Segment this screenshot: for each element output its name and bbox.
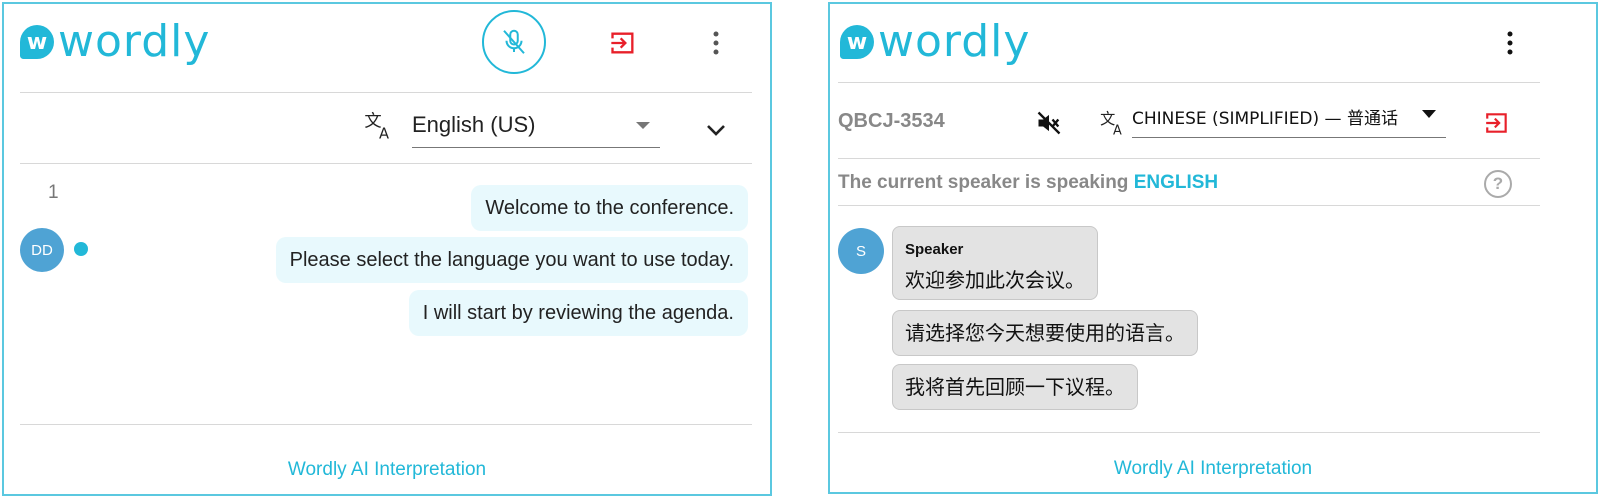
collapse-button[interactable] [702,116,730,144]
message-bubble: Welcome to the conference. [471,185,748,231]
speaker-name: Speaker [905,241,964,258]
logo-badge: w [840,25,874,59]
exit-button[interactable] [1482,108,1512,138]
exit-icon [611,32,634,54]
dropdown-arrow-icon [636,122,650,129]
divider [838,205,1540,206]
more-menu-button[interactable] [1498,28,1522,58]
message-bubble: Please select the language you want to u… [275,237,748,283]
svg-text:A: A [1113,124,1122,137]
more-vertical-icon [713,31,719,55]
speaker-muted-icon [1037,111,1061,135]
language-select[interactable]: CHINESE (SIMPLIFIED) — 普通话 [1132,98,1446,138]
divider [20,92,752,93]
attendee-panel-right: w wordly QBCJ-3534 文 A CHINESE (SIMPLIFI… [828,2,1598,494]
message-text: 欢迎参加此次会议。 [905,268,1085,292]
footer-link[interactable]: Wordly AI Interpretation [4,459,770,481]
speaker-language: ENGLISH [1133,172,1219,193]
speaker-status-prefix: The current speaker is speaking [838,172,1129,193]
logo-text: wordly [58,16,211,67]
avatar: DD [20,228,64,272]
language-select-value: English (US) [412,112,536,137]
divider [838,158,1540,159]
block-number: 1 [48,182,59,203]
message-bubble: 我将首先回顾一下议程。 [892,364,1138,410]
language-select-value: CHINESE (SIMPLIFIED) — 普通话 [1132,109,1398,129]
speaker-status: The current speaker is speaking ENGLISH [838,172,1218,194]
more-menu-button[interactable] [704,28,728,58]
speaker-toggle-button[interactable] [1034,108,1064,138]
divider [838,432,1540,433]
wordly-logo: w wordly [840,20,1030,64]
wordly-logo: w wordly [20,20,210,64]
exit-button[interactable] [608,28,638,58]
logo-badge: w [20,25,54,59]
message-bubble: I will start by reviewing the agenda. [408,290,748,336]
message-bubble: Speaker 欢迎参加此次会议。 [892,226,1098,300]
mic-muted-icon [503,29,525,54]
more-vertical-icon [1507,31,1513,55]
divider [20,424,752,425]
session-code: QBCJ-3534 [838,110,945,132]
attendee-panel-left: w wordly 文 A English (US) 1 DD Welcome t… [2,2,772,496]
exit-icon [1486,113,1507,133]
translate-icon: 文 A [362,108,396,142]
svg-text:A: A [379,125,389,141]
chevron-down-icon [707,125,725,136]
dropdown-arrow-icon [1422,110,1436,118]
avatar: S [838,228,884,274]
message-bubble: 请选择您今天想要使用的语言。 [892,310,1198,356]
language-select[interactable]: English (US) [412,104,660,148]
footer-link[interactable]: Wordly AI Interpretation [830,458,1596,480]
divider [838,82,1540,83]
mic-toggle-button[interactable] [482,10,546,74]
divider [20,163,752,164]
help-icon[interactable]: ? [1484,170,1512,198]
translate-icon: 文 A [1098,108,1128,138]
logo-text: wordly [878,16,1031,67]
live-indicator-dot [74,242,88,256]
